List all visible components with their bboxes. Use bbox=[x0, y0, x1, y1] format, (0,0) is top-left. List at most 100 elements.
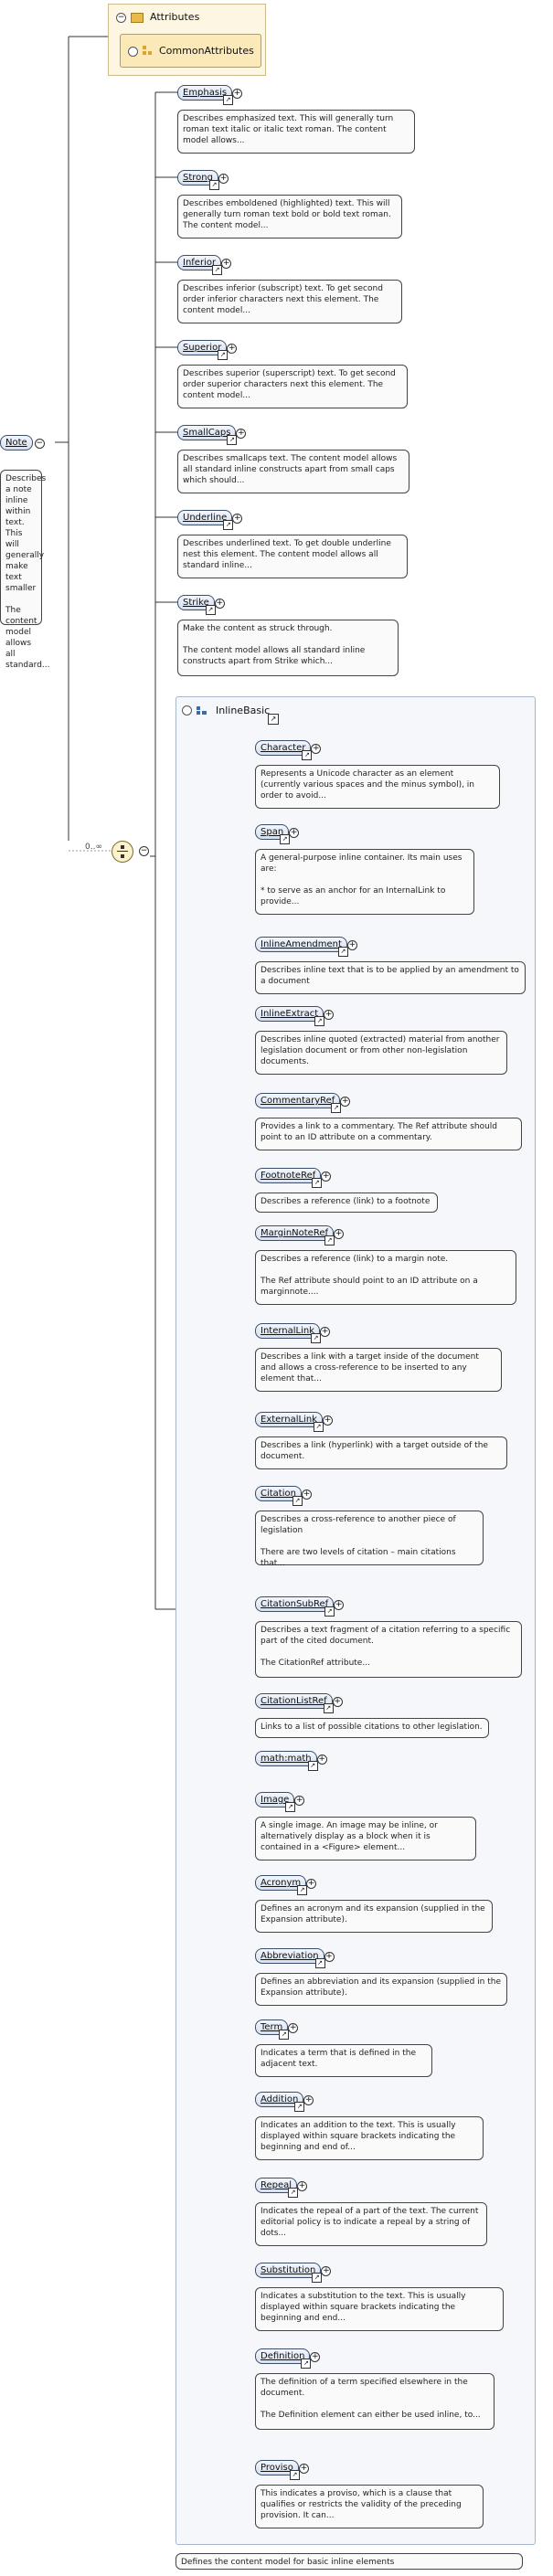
expand-icon[interactable]: + bbox=[221, 259, 232, 269]
link-icon[interactable]: ↗ bbox=[289, 2470, 300, 2480]
link-icon[interactable]: ↗ bbox=[280, 834, 291, 844]
link-icon[interactable]: ↗ bbox=[294, 2102, 305, 2112]
element-description: Defines an abbreviation and its expansio… bbox=[255, 1973, 507, 2006]
element-inlineextract[interactable]: InlineExtract + ↗ bbox=[255, 1006, 335, 1026]
element-proviso[interactable]: Proviso + ↗ bbox=[255, 2460, 309, 2480]
element-externallink[interactable]: ExternalLink + ↗ bbox=[255, 1412, 333, 1432]
element-image[interactable]: Image + ↗ bbox=[255, 1792, 305, 1812]
expand-icon[interactable]: + bbox=[320, 1327, 331, 1337]
link-icon[interactable]: ↗ bbox=[312, 2273, 323, 2283]
link-icon[interactable]: ↗ bbox=[324, 1606, 335, 1617]
expand-icon[interactable]: + bbox=[334, 1229, 344, 1239]
link-icon[interactable]: ↗ bbox=[297, 1885, 308, 1895]
element-definition[interactable]: Definition + ↗ bbox=[255, 2348, 321, 2369]
element-inlineamendment[interactable]: InlineAmendment + ↗ bbox=[255, 937, 357, 957]
link-icon[interactable]: ↗ bbox=[312, 1178, 323, 1188]
element-addition[interactable]: Addition + ↗ bbox=[255, 2092, 314, 2112]
element-acronym[interactable]: Acronym + ↗ bbox=[255, 1875, 317, 1895]
link-icon[interactable]: ↗ bbox=[223, 95, 234, 105]
element-abbreviation[interactable]: Abbreviation + ↗ bbox=[255, 1948, 335, 1968]
expand-icon[interactable]: + bbox=[322, 1415, 333, 1426]
element-span[interactable]: Span + ↗ bbox=[255, 824, 300, 844]
element-description: Describes a reference (link) to a footno… bbox=[255, 1193, 438, 1213]
link-icon[interactable]: ↗ bbox=[285, 1802, 296, 1812]
element-citation[interactable]: Citation + ↗ bbox=[255, 1486, 312, 1506]
element-description: Describes inline text that is to be appl… bbox=[255, 961, 526, 994]
expand-icon[interactable]: + bbox=[297, 2181, 308, 2191]
expand-icon[interactable]: + bbox=[298, 2464, 309, 2474]
element-character[interactable]: Character + ↗ bbox=[255, 740, 322, 760]
link-icon[interactable]: ↗ bbox=[337, 947, 348, 957]
expand-icon[interactable]: + bbox=[218, 174, 229, 184]
element-label: Underline bbox=[183, 513, 228, 523]
link-icon[interactable]: ↗ bbox=[292, 1496, 303, 1506]
link-icon[interactable]: ↗ bbox=[302, 750, 313, 760]
element-underline[interactable]: Underline + ↗ bbox=[177, 510, 243, 530]
element-footnoteref[interactable]: FootnoteRef + ↗ bbox=[255, 1168, 332, 1188]
element-superior[interactable]: Superior + ↗ bbox=[177, 340, 238, 360]
element-description: Describes a link (hyperlink) with a targ… bbox=[255, 1436, 507, 1469]
link-icon[interactable]: ↗ bbox=[331, 1103, 342, 1113]
expand-icon[interactable]: + bbox=[332, 1697, 343, 1707]
element-repeal[interactable]: Repeal + ↗ bbox=[255, 2178, 308, 2198]
expand-icon[interactable]: + bbox=[316, 1754, 327, 1765]
expand-icon[interactable]: + bbox=[227, 344, 238, 354]
link-icon[interactable]: ↗ bbox=[301, 2359, 312, 2369]
element-smallcaps[interactable]: SmallCaps + ↗ bbox=[177, 425, 247, 445]
link-icon[interactable]: ↗ bbox=[324, 1235, 335, 1246]
element-label: Acronym bbox=[261, 1878, 302, 1888]
expand-icon[interactable]: + bbox=[236, 429, 247, 439]
element-note[interactable]: Note − bbox=[0, 435, 45, 451]
element-label: Repeal bbox=[261, 2180, 292, 2190]
attribute-group-common[interactable]: CommonAttributes bbox=[120, 34, 261, 68]
collapse-icon[interactable] bbox=[182, 705, 192, 716]
element-label: InternalLink bbox=[261, 1326, 315, 1336]
link-icon[interactable]: ↗ bbox=[323, 1703, 334, 1713]
link-icon[interactable]: ↗ bbox=[205, 605, 216, 615]
expand-icon[interactable]: + bbox=[301, 1489, 312, 1500]
element-label: SmallCaps bbox=[183, 428, 231, 438]
element-strike[interactable]: Strike + ↗ bbox=[177, 595, 225, 615]
element-substitution[interactable]: Substitution + ↗ bbox=[255, 2263, 332, 2283]
element-emphasis[interactable]: Emphasis + ↗ bbox=[177, 85, 243, 105]
element-description: Describes a reference (link) to a margin… bbox=[255, 1250, 516, 1305]
group-label: InlineBasic bbox=[216, 705, 271, 716]
link-icon[interactable]: ↗ bbox=[288, 2188, 299, 2198]
attribute-group-label: CommonAttributes bbox=[159, 45, 254, 57]
link-icon[interactable]: ↗ bbox=[223, 520, 234, 530]
link-icon[interactable]: ↗ bbox=[227, 435, 238, 445]
element-citationlistref[interactable]: CitationListRef + ↗ bbox=[255, 1693, 343, 1713]
link-icon[interactable]: ↗ bbox=[313, 1422, 324, 1432]
expand-icon[interactable]: + bbox=[346, 940, 357, 950]
link-icon[interactable]: ↗ bbox=[311, 1333, 322, 1343]
element-term[interactable]: Term + ↗ bbox=[255, 2019, 299, 2040]
expand-icon[interactable]: + bbox=[232, 89, 243, 99]
link-icon[interactable]: ↗ bbox=[314, 1016, 325, 1026]
link-icon[interactable]: ↗ bbox=[279, 2030, 290, 2040]
link-icon[interactable]: ↗ bbox=[218, 350, 229, 360]
expand-icon[interactable] bbox=[128, 47, 138, 57]
element-description: Describes superior (superscript) text. T… bbox=[177, 365, 408, 408]
link-icon[interactable]: ↗ bbox=[314, 1958, 325, 1968]
element-strong[interactable]: Strong + ↗ bbox=[177, 170, 229, 190]
element-description: Links to a list of possible citations to… bbox=[255, 1718, 489, 1738]
link-icon[interactable]: ↗ bbox=[212, 265, 223, 275]
expand-icon[interactable]: + bbox=[214, 599, 225, 609]
element-math-math[interactable]: math:math + ↗ bbox=[255, 1751, 327, 1771]
element-citationsubref[interactable]: CitationSubRef + ↗ bbox=[255, 1596, 345, 1617]
expand-icon[interactable]: − bbox=[34, 439, 45, 449]
element-internallink[interactable]: InternalLink + ↗ bbox=[255, 1323, 331, 1343]
link-icon[interactable]: ↗ bbox=[307, 1761, 318, 1771]
expand-icon[interactable]: + bbox=[232, 514, 243, 524]
element-inferior[interactable]: Inferior + ↗ bbox=[177, 255, 232, 275]
element-label: MarginNoteRef bbox=[261, 1228, 328, 1238]
element-commentaryref[interactable]: CommentaryRef + ↗ bbox=[255, 1093, 351, 1113]
collapse-icon[interactable]: − bbox=[139, 846, 149, 856]
collapse-icon[interactable]: − bbox=[116, 13, 126, 23]
sequence-compositor-icon[interactable] bbox=[112, 841, 133, 863]
expand-icon[interactable]: + bbox=[324, 1952, 335, 1962]
link-icon[interactable]: ↗ bbox=[208, 180, 219, 190]
element-label: Abbreviation bbox=[261, 1951, 319, 1961]
link-icon[interactable]: ↗ bbox=[268, 714, 279, 725]
element-marginnoteref[interactable]: MarginNoteRef + ↗ bbox=[255, 1225, 344, 1246]
